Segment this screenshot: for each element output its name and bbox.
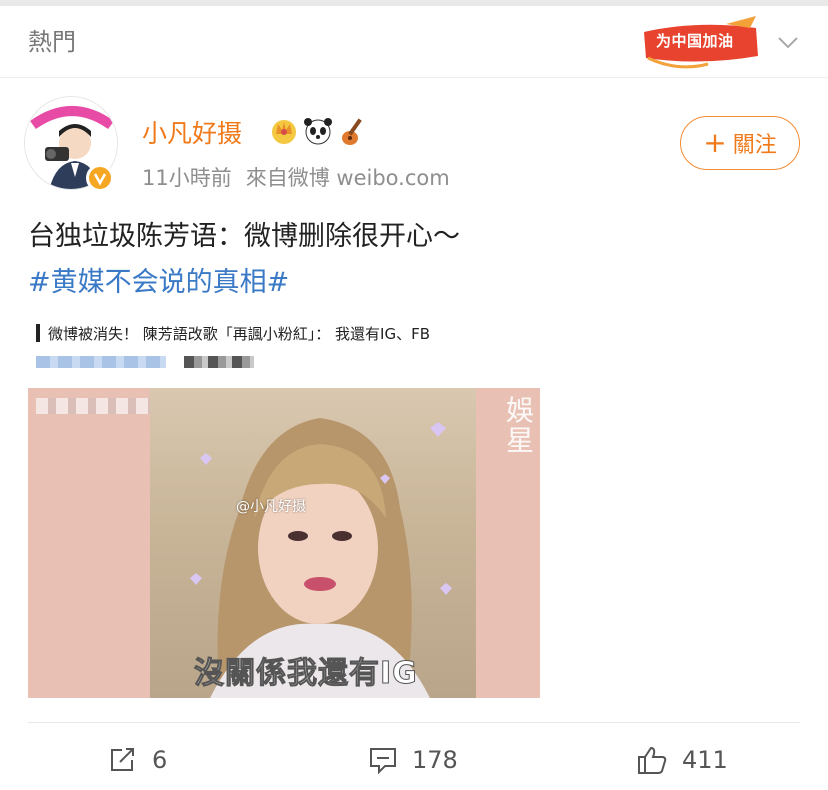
- campaign-badge[interactable]: 为中国加油: [638, 14, 766, 70]
- quote-bar: [36, 324, 40, 342]
- follow-button-label: 關注: [732, 133, 777, 158]
- like-button[interactable]: 411: [636, 742, 728, 778]
- hashtag-link[interactable]: #黄媒不会说的真相#: [28, 260, 289, 299]
- username-emojis: [270, 114, 370, 148]
- post-source[interactable]: 來自微博 weibo.com: [246, 166, 450, 190]
- repost-button[interactable]: 6: [108, 742, 167, 778]
- header: 熱門 为中国加油: [0, 6, 828, 78]
- guitar-emoji-icon: [342, 118, 362, 145]
- side-text: 娛 星: [506, 394, 535, 457]
- chevron-down-icon[interactable]: [774, 28, 802, 56]
- blurred-text: [36, 356, 166, 368]
- follow-button[interactable]: + 關注: [680, 116, 800, 170]
- like-icon: [638, 746, 667, 774]
- panda-emoji-icon: [304, 118, 332, 145]
- divider: [28, 722, 800, 723]
- plus-icon: +: [703, 126, 727, 159]
- watermark: @小凡好摄: [236, 499, 306, 515]
- quote-text: 微博被消失！ 陳芳語改歌「再諷小粉紅」： 我還有IG、FB: [48, 325, 431, 343]
- comment-button[interactable]: 178: [368, 742, 458, 778]
- video-subtitle: 沒關係我還有IG: [194, 656, 418, 692]
- repost-icon: [111, 748, 134, 771]
- comment-icon: [370, 748, 396, 774]
- crown-emoji-icon: [272, 120, 296, 144]
- comment-count: 178: [412, 746, 458, 774]
- post-time: 11小時前: [142, 166, 232, 190]
- blurred-text: [184, 356, 254, 368]
- username[interactable]: 小凡好摄: [142, 114, 242, 150]
- verified-icon: [86, 164, 114, 192]
- campaign-badge-text: 为中国加油: [656, 32, 734, 50]
- header-title: 熱門: [28, 28, 76, 56]
- post-image[interactable]: 娛 星 @小凡好摄 沒關係我還有IG: [28, 388, 540, 698]
- like-count: 411: [682, 746, 728, 774]
- post-meta: 11小時前 來自微博 weibo.com: [142, 162, 464, 192]
- repost-count: 6: [152, 746, 168, 774]
- post-text: 台独垃圾陈芳语：微博删除很开心～: [28, 221, 460, 252]
- blurred-text: [36, 398, 156, 414]
